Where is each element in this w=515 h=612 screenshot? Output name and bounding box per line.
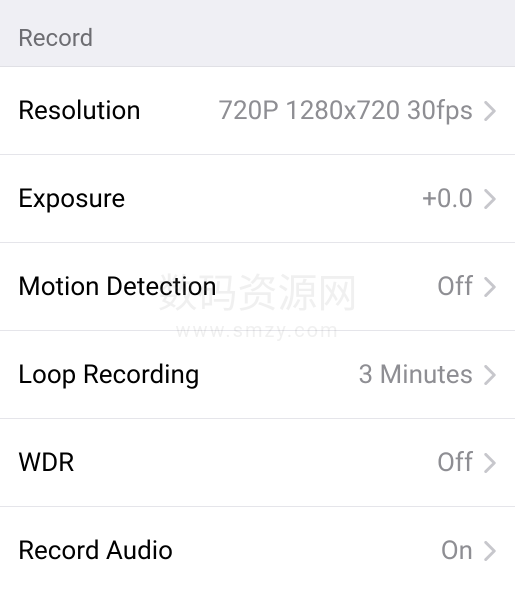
settings-list: Resolution 720P 1280x720 30fps Exposure … — [0, 67, 515, 595]
row-exposure[interactable]: Exposure +0.0 — [0, 155, 515, 243]
row-label: Loop Recording — [18, 360, 199, 390]
row-label: Exposure — [18, 184, 125, 214]
row-value: +0.0 — [422, 184, 473, 214]
chevron-right-icon — [483, 187, 497, 211]
row-resolution[interactable]: Resolution 720P 1280x720 30fps — [0, 67, 515, 155]
chevron-right-icon — [483, 275, 497, 299]
section-title: Record — [18, 24, 93, 52]
row-record-audio[interactable]: Record Audio On — [0, 507, 515, 595]
chevron-right-icon — [483, 363, 497, 387]
chevron-right-icon — [483, 451, 497, 475]
section-header-record: Record — [0, 0, 515, 67]
chevron-right-icon — [483, 99, 497, 123]
row-motion-detection[interactable]: Motion Detection Off — [0, 243, 515, 331]
chevron-right-icon — [483, 539, 497, 563]
row-wdr[interactable]: WDR Off — [0, 419, 515, 507]
row-value: 3 Minutes — [359, 360, 474, 390]
row-label: WDR — [18, 448, 74, 478]
row-label: Motion Detection — [18, 272, 217, 302]
row-value: On — [441, 536, 473, 566]
row-value: Off — [437, 272, 473, 302]
row-value: 720P 1280x720 30fps — [218, 96, 473, 126]
row-label: Record Audio — [18, 536, 173, 566]
row-loop-recording[interactable]: Loop Recording 3 Minutes — [0, 331, 515, 419]
row-label: Resolution — [18, 96, 141, 126]
row-value: Off — [437, 448, 473, 478]
